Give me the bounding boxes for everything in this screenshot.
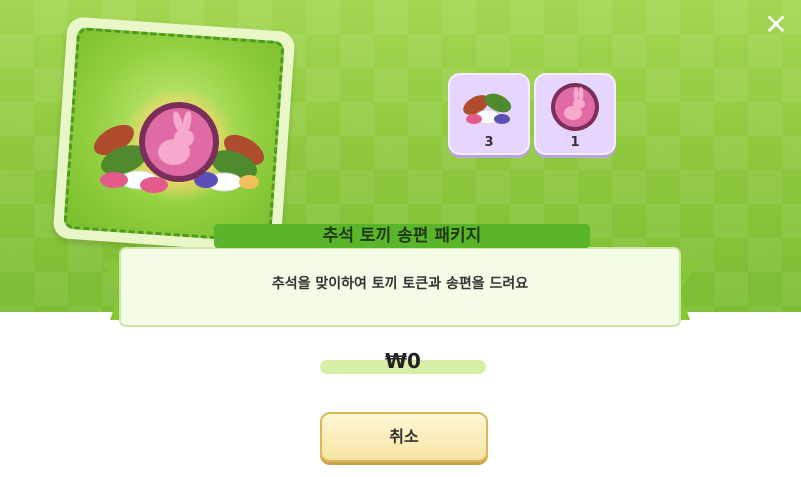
package-description: 추석을 맞이하여 토끼 토큰과 송편을 드려요 — [271, 276, 529, 292]
close-icon[interactable]: ✕ — [761, 10, 791, 40]
package-illustration — [94, 90, 264, 203]
cancel-button[interactable]: 취소 — [320, 412, 488, 462]
price-label: ₩0 — [385, 349, 421, 373]
package-title: 추석 토끼 송편 패키지 — [322, 226, 482, 246]
title-bar: 추석 토끼 송편 패키지 — [214, 224, 590, 248]
cancel-button-label: 취소 — [389, 427, 419, 446]
songpyeon-icon — [463, 93, 512, 125]
package-dialog: ✕ 3 1 추석 토끼 송편 패키지 추석을 맞이하여 토끼 토큰과 송편을 드… — [0, 0, 801, 477]
item-count: 3 — [484, 135, 494, 150]
reward-item-rabbit-token[interactable]: 1 — [534, 73, 616, 155]
reward-item-songpyeon[interactable]: 3 — [448, 73, 530, 155]
rabbit-token — [139, 102, 219, 182]
rabbit-token-icon — [551, 83, 599, 131]
item-count: 1 — [570, 135, 580, 150]
